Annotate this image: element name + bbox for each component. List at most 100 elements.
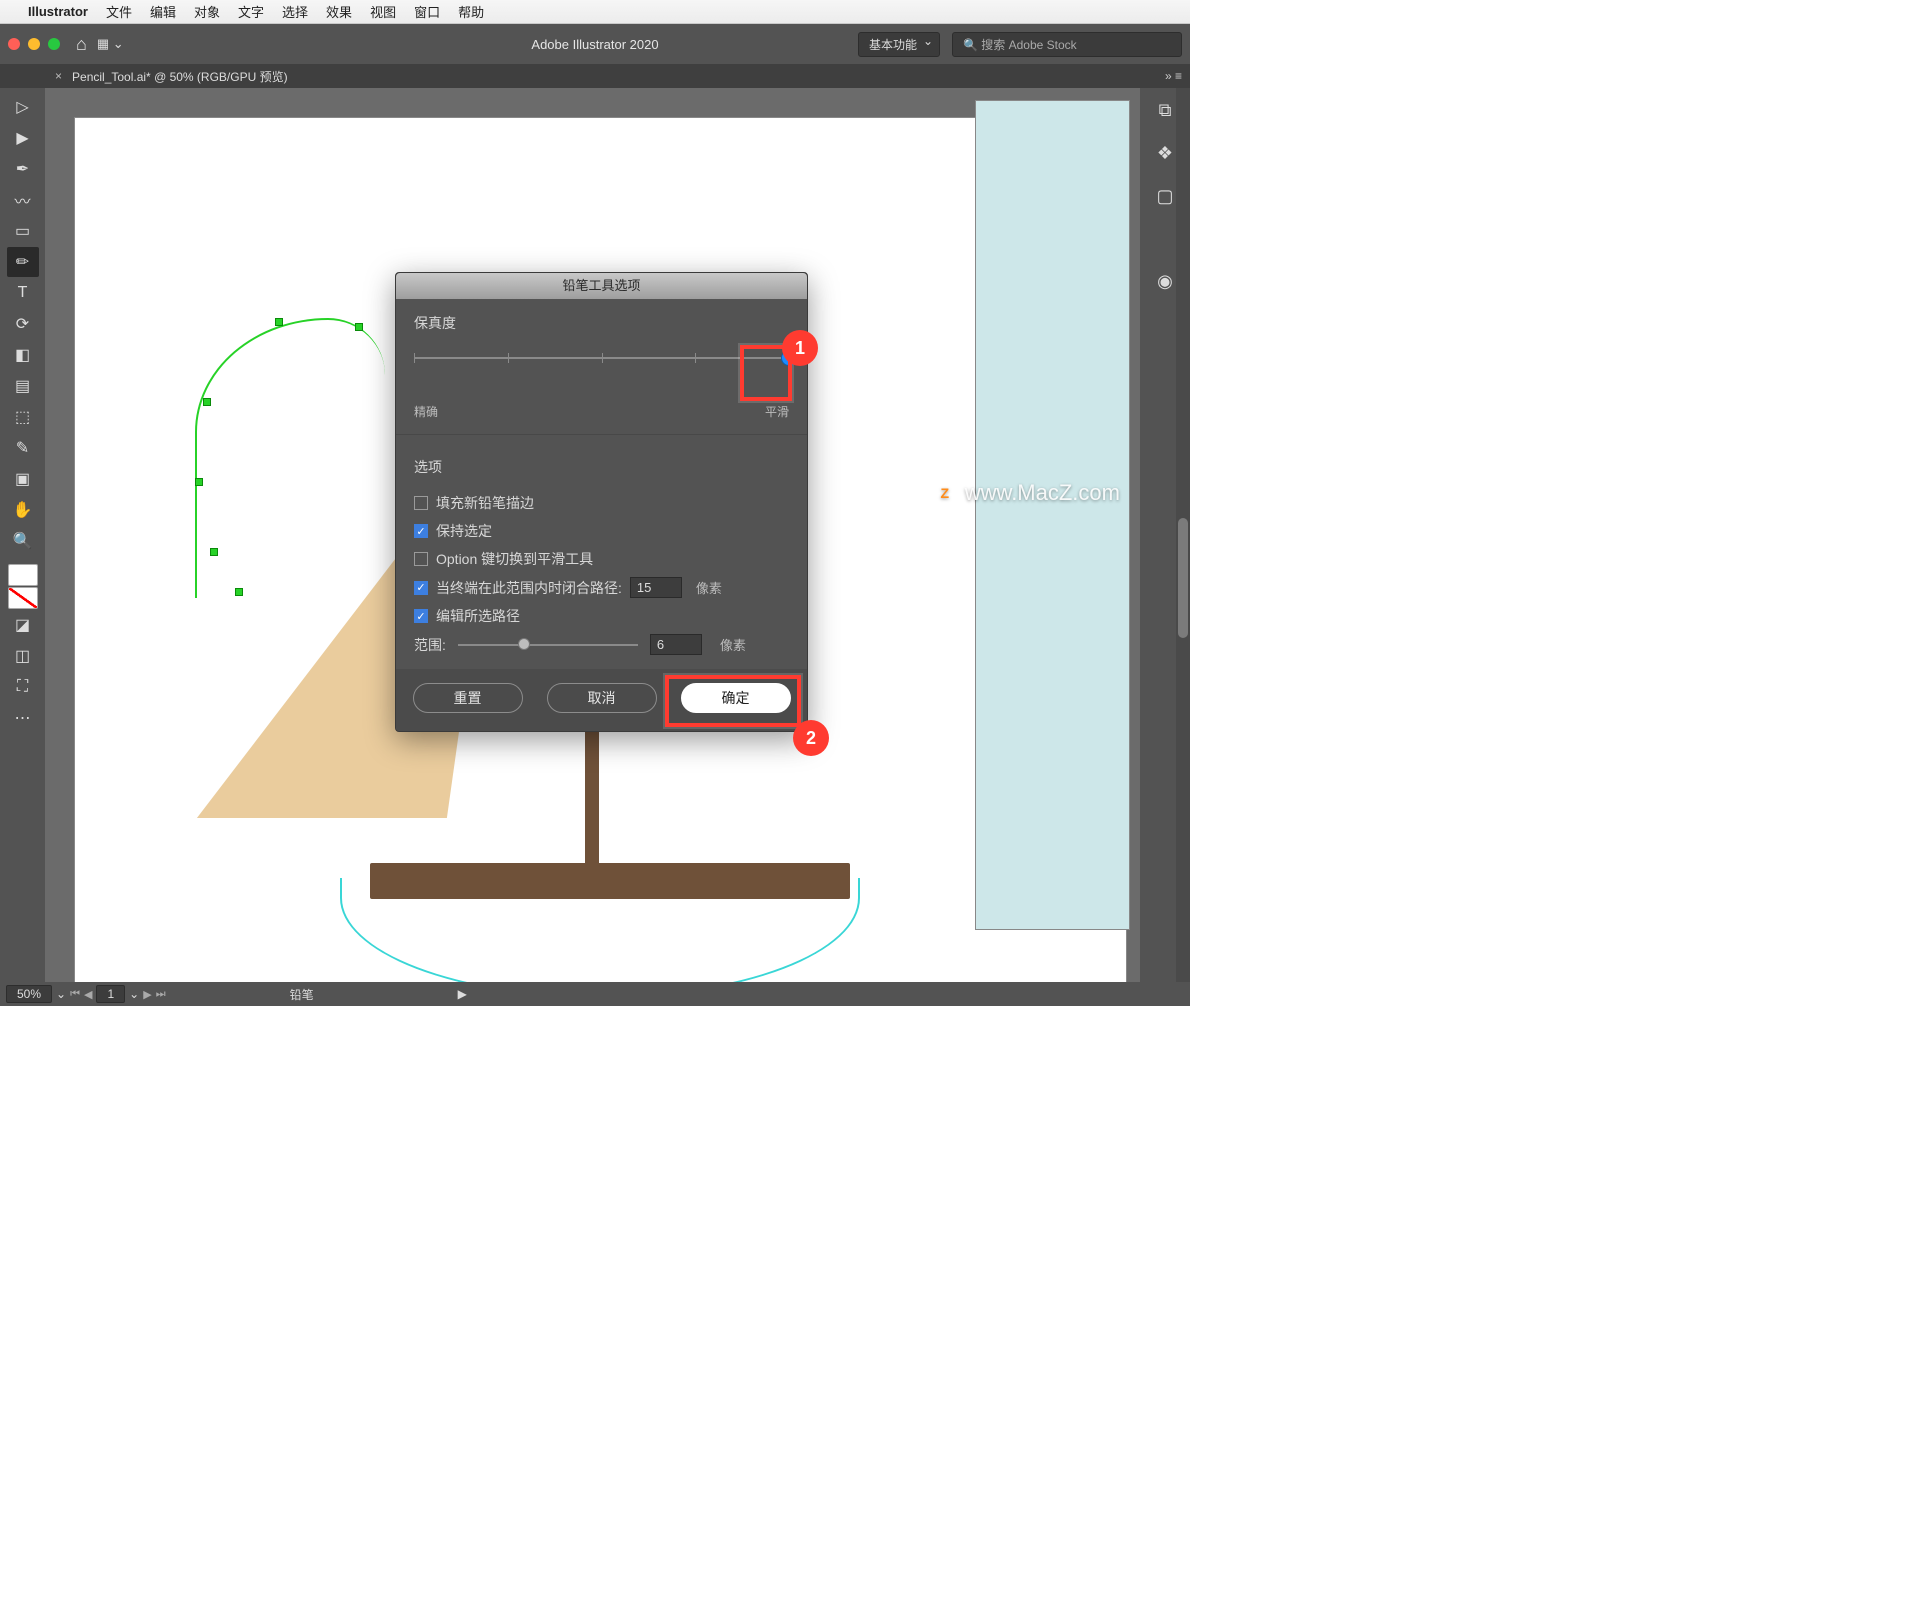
document-tab[interactable]: Pencil_Tool.ai* @ 50% (RGB/GPU 预览) (72, 68, 288, 85)
artboard-nav-prev-icon[interactable]: ◀ (84, 988, 92, 1001)
menu-window[interactable]: 窗口 (414, 2, 440, 21)
current-tool-label: 铅笔 (290, 986, 314, 1003)
artboard-number[interactable]: 1 (96, 985, 125, 1003)
zoom-level[interactable]: 50% (6, 985, 52, 1003)
selection-tool-icon[interactable]: ▷ (7, 92, 39, 122)
menu-file[interactable]: 文件 (106, 2, 132, 21)
callout-badge-2: 2 (793, 720, 829, 756)
scrollbar-thumb[interactable] (1178, 518, 1188, 638)
range-label: 范围: (414, 635, 446, 655)
anchor-point[interactable] (235, 588, 243, 596)
app-titlebar: ⌂ ▦ ⌄ Adobe Illustrator 2020 基本功能 🔍 搜索 A… (0, 24, 1190, 64)
checkbox-edit-selected[interactable]: ✓ (414, 609, 428, 623)
opt-edit-label: 编辑所选路径 (436, 606, 520, 626)
fidelity-label: 保真度 (414, 313, 789, 333)
artboard-tool-icon[interactable]: ▣ (7, 464, 39, 494)
anchor-point[interactable] (195, 478, 203, 486)
properties-panel-icon[interactable]: ⧉ (1159, 100, 1172, 121)
draw-mode-icon[interactable]: ◫ (7, 641, 39, 671)
watermark-text: www.MacZ.com (965, 480, 1120, 506)
direct-selection-tool-icon[interactable]: ▶ (7, 123, 39, 153)
search-icon: 🔍 (963, 38, 981, 52)
anchor-point[interactable] (203, 398, 211, 406)
artboard-nav-last-icon[interactable]: ⏭ (156, 988, 166, 1001)
arrange-icon[interactable]: ▦ ⌄ (97, 36, 124, 52)
fidelity-left-label: 精确 (414, 403, 438, 420)
menu-select[interactable]: 选择 (282, 2, 308, 21)
reset-button[interactable]: 重置 (413, 683, 523, 713)
close-icon[interactable] (8, 38, 20, 50)
unit-pixels-2: 像素 (720, 635, 746, 654)
opt-fill-label: 填充新铅笔描边 (436, 493, 534, 513)
anchor-point[interactable] (210, 548, 218, 556)
anchor-point[interactable] (355, 323, 363, 331)
gradient-tool-icon[interactable]: ▤ (7, 371, 39, 401)
eraser-tool-icon[interactable]: ◧ (7, 340, 39, 370)
toolbar: ▷ ▶ ✒ 〰 ▭ ✏ T ⟳ ◧ ▤ ⬚ ✎ ▣ ✋ 🔍 ◪ ◫ ⛶ ⋯ (0, 88, 45, 982)
checkbox-keep-selected[interactable]: ✓ (414, 524, 428, 538)
artboard-chevron-icon[interactable]: ⌄ (129, 987, 139, 1001)
fill-swatch[interactable] (8, 564, 38, 586)
vertical-scrollbar[interactable] (1176, 88, 1190, 982)
rotate-tool-icon[interactable]: ⟳ (7, 309, 39, 339)
menu-edit[interactable]: 编辑 (150, 2, 176, 21)
fidelity-right-label: 平滑 (765, 403, 789, 420)
home-icon[interactable]: ⌂ (76, 34, 87, 55)
fidelity-slider[interactable] (414, 349, 789, 389)
menu-object[interactable]: 对象 (194, 2, 220, 21)
zoom-chevron-icon[interactable]: ⌄ (56, 987, 66, 1001)
type-tool-icon[interactable]: T (7, 278, 39, 308)
color-mode-icon[interactable]: ◪ (7, 610, 39, 640)
eyedropper-tool-icon[interactable]: ✎ (7, 433, 39, 463)
artboard-nav-first-icon[interactable]: ⏮ (70, 988, 80, 1001)
workspace-dropdown[interactable]: 基本功能 (858, 32, 940, 57)
menu-view[interactable]: 视图 (370, 2, 396, 21)
screen-mode-icon[interactable]: ⛶ (7, 672, 39, 702)
libraries-panel-icon[interactable]: ▢ (1156, 186, 1173, 207)
edit-range-slider[interactable] (458, 644, 638, 646)
unit-pixels: 像素 (696, 578, 722, 597)
pencil-tool-icon[interactable]: ✏ (7, 247, 39, 277)
curvature-tool-icon[interactable]: 〰 (7, 185, 39, 215)
zoom-tool-icon[interactable]: 🔍 (7, 526, 39, 556)
app-title: Adobe Illustrator 2020 (531, 37, 658, 52)
stroke-swatch[interactable] (8, 587, 38, 609)
layers-panel-icon[interactable]: ❖ (1157, 143, 1173, 164)
pen-tool-icon[interactable]: ✒ (7, 154, 39, 184)
edit-range-input[interactable] (650, 634, 702, 655)
selected-path[interactable] (195, 318, 385, 598)
opt-option-smooth-label: Option 键切换到平滑工具 (436, 549, 593, 569)
appearance-panel-icon[interactable]: ◉ (1157, 271, 1173, 292)
hand-tool-icon[interactable]: ✋ (7, 495, 39, 525)
callout-highlight-2 (665, 675, 801, 727)
tab-overflow-icon[interactable]: » ≡ (1165, 69, 1182, 83)
opt-keep-label: 保持选定 (436, 521, 492, 541)
search-input[interactable]: 🔍 搜索 Adobe Stock (952, 32, 1182, 57)
edit-toolbar-icon[interactable]: ⋯ (7, 703, 39, 733)
anchor-point[interactable] (275, 318, 283, 326)
zoom-icon[interactable] (48, 38, 60, 50)
close-distance-input[interactable] (630, 577, 682, 598)
checkbox-fill-new-strokes[interactable] (414, 496, 428, 510)
tab-close-icon[interactable]: × (55, 69, 62, 83)
mac-menubar: Illustrator 文件 编辑 对象 文字 选择 效果 视图 窗口 帮助 (0, 0, 1190, 24)
watermark-badge: Z (933, 481, 957, 505)
cancel-button[interactable]: 取消 (547, 683, 657, 713)
minimize-icon[interactable] (28, 38, 40, 50)
menu-type[interactable]: 文字 (238, 2, 264, 21)
edit-range-thumb[interactable] (518, 638, 530, 650)
checkbox-close-paths[interactable]: ✓ (414, 581, 428, 595)
artwork-hull-path (340, 878, 860, 982)
dialog-title[interactable]: 铅笔工具选项 (396, 273, 807, 299)
shape-builder-tool-icon[interactable]: ⬚ (7, 402, 39, 432)
rectangle-tool-icon[interactable]: ▭ (7, 216, 39, 246)
menu-effect[interactable]: 效果 (326, 2, 352, 21)
window-controls (8, 38, 60, 50)
menu-help[interactable]: 帮助 (458, 2, 484, 21)
navigator-preview[interactable] (975, 100, 1130, 930)
app-menu[interactable]: Illustrator (28, 4, 88, 19)
artboard-nav-next-icon[interactable]: ▶ (143, 988, 151, 1001)
status-chevron-icon[interactable]: ▶ (458, 987, 467, 1001)
checkbox-option-smooth[interactable] (414, 552, 428, 566)
pencil-tool-options-dialog: 铅笔工具选项 保真度 精确 平滑 选项 填充新铅笔描边 ✓保持选定 Option… (395, 272, 808, 732)
